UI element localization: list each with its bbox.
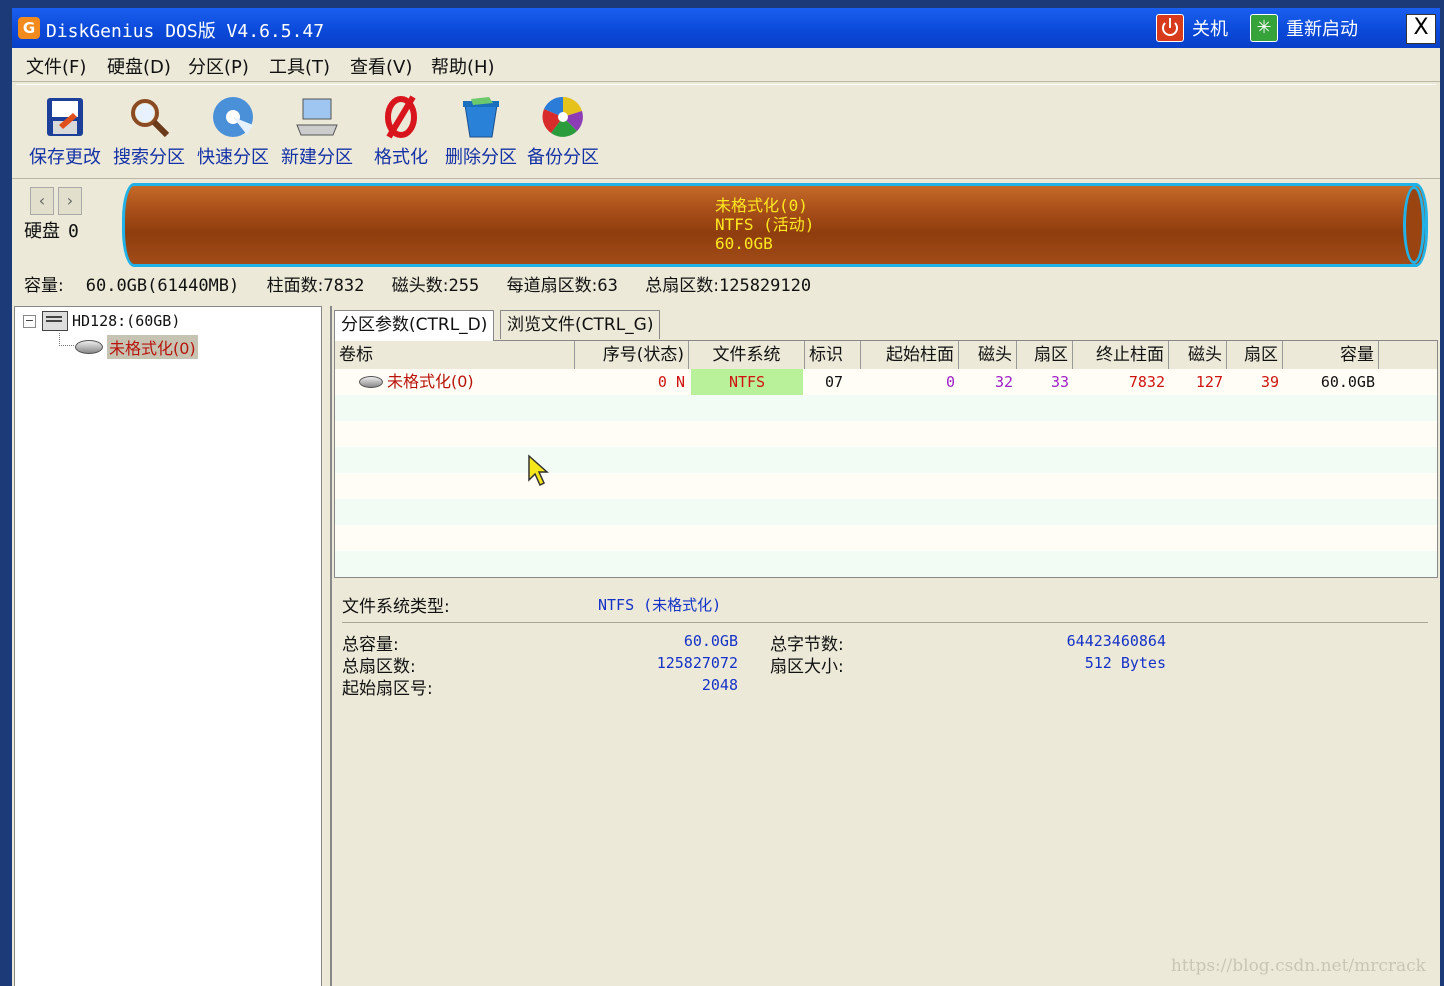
disk-info: 容量: 60.0GB(61440MB) 柱面数:7832 磁头数:255 每道扇区… xyxy=(24,276,812,296)
row-capacity: 60.0GB xyxy=(1320,373,1375,391)
partition-table: 卷标 序号(状态) 文件系统 标识 起始柱面 磁头 扇区 终止柱面 磁头 扇区 … xyxy=(334,340,1438,578)
disk-tree: − HD128:(60GB) 未格式化(0) xyxy=(14,306,322,986)
save-icon xyxy=(43,95,87,139)
search-partition-button[interactable]: 搜索分区 xyxy=(110,95,188,169)
row-start-head: 32 xyxy=(994,373,1013,391)
shutdown-button[interactable]: 关机 xyxy=(1156,13,1228,43)
restart-icon: ✳ xyxy=(1250,14,1278,42)
row-end-sector: 39 xyxy=(1260,373,1279,391)
total-sectors-value: 125827072 xyxy=(656,654,738,672)
new-partition-icon xyxy=(295,95,339,139)
title-bar: G DiskGenius DOS版 V4.6.5.47 关机 ✳ 重新启动 X xyxy=(12,8,1440,48)
watermark: https://blog.csdn.net/mrcrack xyxy=(1170,956,1426,976)
row-id: 07 xyxy=(825,373,844,391)
power-icon xyxy=(1156,14,1184,42)
format-icon xyxy=(379,95,423,139)
bar-filesystem: NTFS (活动) xyxy=(715,215,815,234)
col-start-head[interactable]: 磁头 xyxy=(959,341,1017,369)
empty-row xyxy=(335,499,1437,525)
empty-row xyxy=(335,551,1437,577)
prev-disk-button[interactable]: ‹ xyxy=(30,187,54,215)
menu-view[interactable]: 查看(V) xyxy=(350,53,412,79)
row-end-head: 127 xyxy=(1195,373,1223,391)
start-sector-label: 起始扇区号: xyxy=(342,679,433,699)
tab-partition-params[interactable]: 分区参数(CTRL_D) xyxy=(334,310,495,341)
row-end-cylinder: 7832 xyxy=(1128,373,1165,391)
next-disk-button[interactable]: › xyxy=(58,187,82,215)
backup-partition-icon xyxy=(541,95,585,139)
hard-disk-icon xyxy=(42,311,68,331)
tab-bar: 分区参数(CTRL_D) 浏览文件(CTRL_G) xyxy=(332,306,1438,341)
toolbar: 保存更改 搜索分区 快速分区 新建分区 格式化 删除分区 备份分区 xyxy=(16,84,1436,177)
tree-partition-node[interactable]: 未格式化(0) xyxy=(75,335,198,359)
menu-bar: 文件(F) 硬盘(D) 分区(P) 工具(T) 查看(V) 帮助(H) xyxy=(12,48,1440,82)
menu-help[interactable]: 帮助(H) xyxy=(431,53,495,79)
tab-browse-files[interactable]: 浏览文件(CTRL_G) xyxy=(500,310,661,339)
col-end-head[interactable]: 磁头 xyxy=(1169,341,1227,369)
window-title: DiskGenius DOS版 V4.6.5.47 xyxy=(46,21,325,42)
table-header: 卷标 序号(状态) 文件系统 标识 起始柱面 磁头 扇区 终止柱面 磁头 扇区 … xyxy=(335,341,1437,370)
empty-row xyxy=(335,447,1437,473)
details-separator xyxy=(342,622,1428,623)
partition-icon xyxy=(75,340,103,354)
tree-connector xyxy=(59,333,74,346)
row-filesystem: NTFS xyxy=(691,369,803,395)
delete-partition-button[interactable]: 删除分区 xyxy=(442,95,520,169)
empty-row xyxy=(335,395,1437,421)
col-start-sector[interactable]: 扇区 xyxy=(1017,341,1073,369)
partition-icon xyxy=(359,376,383,388)
menu-partition[interactable]: 分区(P) xyxy=(188,53,249,79)
sector-size-label: 扇区大小: xyxy=(770,657,844,677)
bar-partition-name: 未格式化(0) xyxy=(715,196,808,215)
menu-file[interactable]: 文件(F) xyxy=(26,53,86,79)
quick-partition-icon xyxy=(211,95,255,139)
restart-label: 重新启动 xyxy=(1286,19,1358,40)
col-end-sector[interactable]: 扇区 xyxy=(1227,341,1283,369)
backup-partition-button[interactable]: 备份分区 xyxy=(524,95,602,169)
menu-tools[interactable]: 工具(T) xyxy=(269,53,330,79)
total-bytes-value: 64423460864 xyxy=(1066,632,1166,650)
fs-type-label: 文件系统类型: xyxy=(342,597,450,617)
right-panel: 分区参数(CTRL_D) 浏览文件(CTRL_G) 卷标 序号(状态) 文件系统… xyxy=(330,306,1438,986)
shutdown-label: 关机 xyxy=(1192,19,1228,40)
col-end-cylinder[interactable]: 终止柱面 xyxy=(1073,341,1169,369)
disk-label: 硬盘 0 xyxy=(24,221,79,242)
col-capacity[interactable]: 容量 xyxy=(1283,341,1379,369)
save-changes-button[interactable]: 保存更改 xyxy=(26,95,104,169)
partition-bar[interactable]: 未格式化(0) NTFS (活动) 60.0GB xyxy=(122,183,1428,267)
empty-row xyxy=(335,421,1437,447)
collapse-icon[interactable]: − xyxy=(23,314,36,328)
diskgenius-window: G DiskGenius DOS版 V4.6.5.47 关机 ✳ 重新启动 X … xyxy=(12,8,1440,986)
sector-size-value: 512 Bytes xyxy=(1084,654,1166,672)
start-sector-value: 2048 xyxy=(701,676,738,694)
col-volume-label[interactable]: 卷标 xyxy=(335,341,575,369)
disk-panel: ‹ › 硬盘 0 未格式化(0) NTFS (活动) 60.0GB 容量: 60.0… xyxy=(12,178,1440,307)
total-capacity-value: 60.0GB xyxy=(683,632,738,650)
tree-disk-node[interactable]: − HD128:(60GB) xyxy=(23,311,180,331)
empty-row xyxy=(335,525,1437,551)
row-seq-status: 0 N xyxy=(657,373,685,391)
mouse-cursor-icon xyxy=(528,454,549,487)
col-id[interactable]: 标识 xyxy=(805,341,861,369)
col-filesystem[interactable]: 文件系统 xyxy=(689,341,805,369)
empty-row xyxy=(335,473,1437,499)
partition-bar-text: 未格式化(0) NTFS (活动) 60.0GB xyxy=(125,196,1425,253)
row-volume-label: 未格式化(0) xyxy=(359,369,474,395)
bar-size: 60.0GB xyxy=(715,234,773,253)
quick-partition-button[interactable]: 快速分区 xyxy=(194,95,272,169)
col-start-cylinder[interactable]: 起始柱面 xyxy=(861,341,959,369)
fs-type-value: NTFS (未格式化) xyxy=(598,596,722,614)
close-button[interactable]: X xyxy=(1406,14,1436,44)
format-button[interactable]: 格式化 xyxy=(362,95,440,169)
table-row[interactable]: 未格式化(0) 0 N NTFS 07 0 32 33 7832 127 39 … xyxy=(335,369,1437,395)
row-start-cylinder: 0 xyxy=(945,373,955,391)
col-seq-status[interactable]: 序号(状态) xyxy=(575,341,689,369)
menu-disk[interactable]: 硬盘(D) xyxy=(107,53,171,79)
app-logo-icon: G xyxy=(18,17,40,39)
new-partition-button[interactable]: 新建分区 xyxy=(278,95,356,169)
row-start-sector: 33 xyxy=(1050,373,1069,391)
delete-partition-icon xyxy=(459,95,503,139)
search-partition-icon xyxy=(127,95,171,139)
restart-button[interactable]: ✳ 重新启动 xyxy=(1250,13,1358,43)
